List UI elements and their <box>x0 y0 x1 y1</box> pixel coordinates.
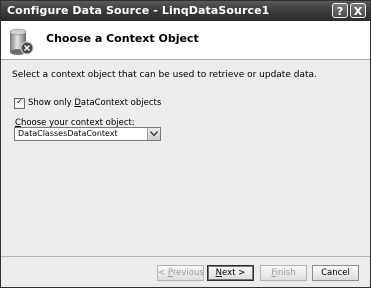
database-icon <box>7 27 35 57</box>
context-object-select[interactable]: DataClassesDataContext <box>14 127 161 141</box>
previous-rest: revious <box>172 268 204 278</box>
footer-divider <box>1 256 370 257</box>
context-object-value: DataClassesDataContext <box>18 129 118 138</box>
label-prefix: Show only <box>28 98 75 108</box>
previous-prefix: < <box>158 268 168 278</box>
page-title: Choose a Context Object <box>46 32 199 45</box>
show-datacontext-checkbox[interactable]: ✓ <box>14 97 25 109</box>
close-button[interactable]: X <box>350 3 366 18</box>
help-button[interactable]: ? <box>332 3 348 18</box>
finish-rest: inish <box>275 268 296 278</box>
title-bar: Configure Data Source - LinqDataSource1 … <box>1 1 370 21</box>
next-rest: ext > <box>222 268 246 278</box>
description-text: Select a context object that can be used… <box>12 70 317 80</box>
next-button[interactable]: Next > <box>207 265 254 281</box>
checkmark-icon: ✓ <box>16 97 24 107</box>
previous-button[interactable]: < Previous <box>157 265 204 281</box>
show-datacontext-label[interactable]: Show only DataContext objects <box>28 98 161 108</box>
dialog-window: Configure Data Source - LinqDataSource1 … <box>0 0 371 288</box>
wizard-body: Select a context object that can be used… <box>1 60 370 256</box>
label-rest: ataContext objects <box>80 98 162 108</box>
dropdown-arrow-icon[interactable] <box>147 128 160 140</box>
cancel-button[interactable]: Cancel <box>312 265 359 281</box>
wizard-header: Choose a Context Object <box>1 21 370 60</box>
finish-button[interactable]: Finish <box>260 265 307 281</box>
window-title: Configure Data Source - LinqDataSource1 <box>7 4 270 17</box>
